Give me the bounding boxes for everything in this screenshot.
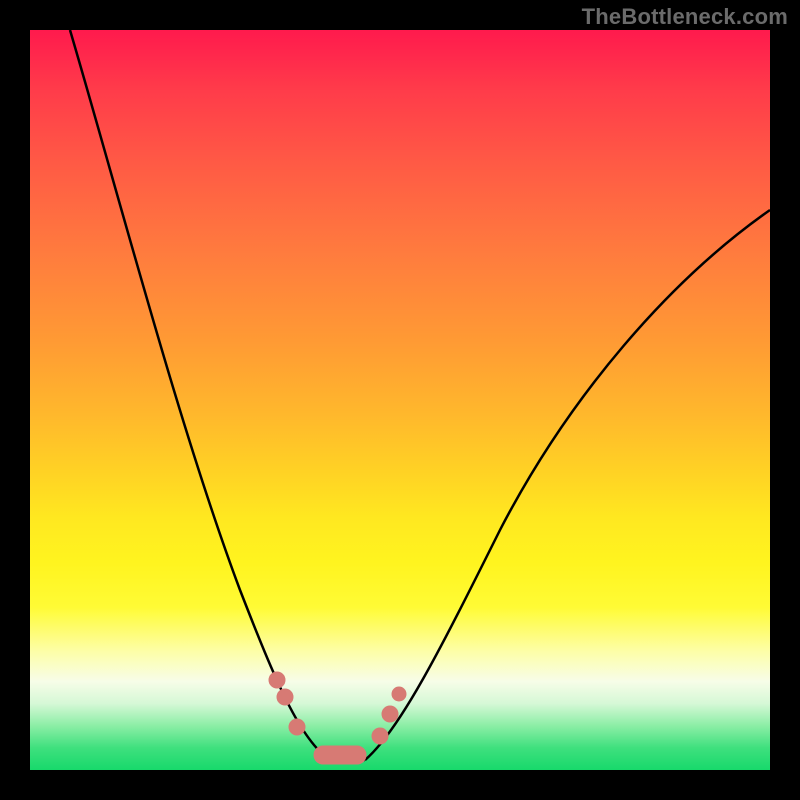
plot-area xyxy=(30,30,770,770)
curve-left-arm xyxy=(70,30,330,760)
curve-layer xyxy=(30,30,770,770)
chart-frame: TheBottleneck.com xyxy=(0,0,800,800)
bottom-markers xyxy=(269,672,406,764)
attribution-text: TheBottleneck.com xyxy=(582,4,788,30)
curve-right-arm xyxy=(365,210,770,760)
